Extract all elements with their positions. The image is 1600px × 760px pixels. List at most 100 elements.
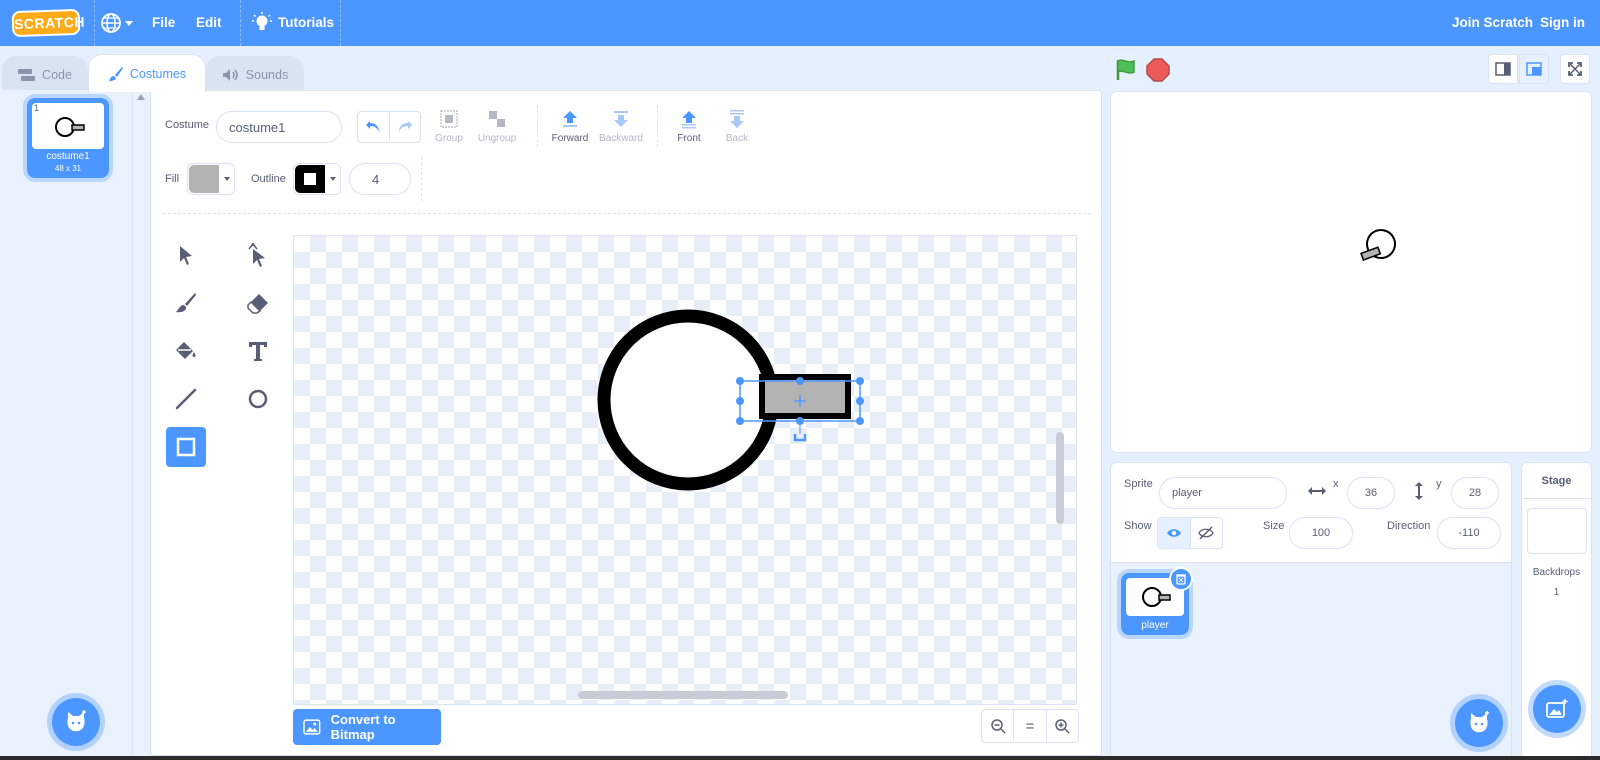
stage-sprite-player[interactable] [1111,92,1592,453]
sprite-info: Sprite player x 36 y 28 Show Size 100 Di… [1111,463,1511,563]
line-tool[interactable] [166,379,206,419]
redo-button[interactable] [390,112,421,142]
globe-icon[interactable] [100,12,122,34]
backdrops-label: Backdrops [1532,567,1581,578]
stop-button[interactable] [1146,58,1170,82]
brush-tool[interactable] [166,283,206,323]
fullscreen-button[interactable] [1560,54,1590,84]
outline-width-input[interactable]: 4 [349,163,411,195]
size-input[interactable]: 100 [1289,517,1353,549]
ungroup-button[interactable]: Ungroup [471,109,523,144]
zoom-in-icon [1055,719,1070,734]
image-icon [303,719,321,735]
horizontal-arrows-icon [1308,487,1326,495]
canvas-horizontal-scrollbar[interactable] [578,691,788,699]
trash-icon [1176,574,1186,585]
vertical-arrows-icon [1415,482,1423,500]
convert-to-bitmap-button[interactable]: Convert to Bitmap [293,709,441,745]
x-label: x [1333,478,1339,490]
chevron-down-icon[interactable] [125,21,133,26]
back-button[interactable]: Back [711,109,763,144]
toolbar-separator [537,105,538,147]
show-label: Show [1124,520,1152,532]
zoom-in-button[interactable] [1047,710,1078,742]
show-sprite-button[interactable] [1158,518,1191,548]
backward-button[interactable]: Backward [595,109,647,144]
eye-icon [1166,529,1181,537]
tab-costumes[interactable]: Costumes [88,54,206,92]
canvas-drawing [597,309,864,491]
small-stage-button[interactable] [1488,54,1518,84]
canvas-vertical-scrollbar[interactable] [1056,432,1064,524]
rectangle-shape[interactable] [759,374,851,419]
eye-slash-icon [1198,526,1215,540]
os-taskbar [0,756,1600,760]
sprite-label: Sprite [1124,478,1153,490]
choose-costume-button[interactable] [52,698,100,746]
direction-label: Direction [1387,520,1431,532]
file-menu[interactable]: File [152,0,175,46]
join-scratch-button[interactable]: Join Scratch [1452,0,1533,46]
ungroup-icon [489,111,505,127]
delete-sprite-button[interactable] [1169,567,1193,591]
costume-name-input[interactable]: costume1 [216,111,342,143]
stage-title: Stage [1522,463,1591,499]
group-button[interactable]: Group [423,109,475,144]
fill-color-picker[interactable] [187,163,235,195]
backdrops-count: 1 [1553,587,1560,598]
costume-tile[interactable]: 1 costume1 48 x 31 [27,98,109,178]
direction-input[interactable]: -110 [1437,517,1501,549]
size-label: Size [1263,520,1285,532]
paint-editor: Costume costume1 Group Ungroup Forward B… [150,90,1102,756]
reshape-tool[interactable] [238,235,278,275]
zoom-out-button[interactable] [982,710,1015,742]
stage-canvas[interactable] [1110,91,1592,453]
tab-code[interactable]: Code [2,56,88,92]
group-label: Group [435,133,463,144]
paint-canvas[interactable] [293,235,1077,705]
outline-color-picker[interactable] [293,163,341,195]
brush-icon [176,293,196,313]
sign-in-button[interactable]: Sign in [1540,0,1585,46]
y-position-input[interactable]: 28 [1451,477,1499,509]
large-stage-button[interactable] [1519,54,1549,84]
x-position-input[interactable]: 36 [1347,477,1395,509]
stage-thumbnail[interactable] [1527,508,1587,554]
choose-backdrop-button[interactable] [1533,685,1581,733]
front-button[interactable]: Front [663,109,715,144]
outline-swatch [295,165,325,193]
circle-shape[interactable] [597,309,779,491]
hide-sprite-button[interactable] [1191,518,1223,548]
menu-bar: SCRATCH File Edit Tutorials Join Scratch… [0,0,1600,46]
select-tool[interactable] [166,235,206,275]
convert-label: Convert to Bitmap [330,712,396,742]
undo-button[interactable] [358,112,390,142]
arrow-pointer-icon [180,246,192,265]
lightbulb-icon[interactable] [252,12,272,34]
forward-button[interactable]: Forward [544,109,596,144]
tutorials-button[interactable]: Tutorials [278,0,334,46]
large-stage-icon [1526,62,1542,76]
small-stage-icon [1495,62,1511,76]
costume-dimensions: 48 x 31 [54,164,82,173]
zoom-reset-button[interactable]: = [1014,710,1047,742]
fill-tool[interactable] [166,331,206,371]
chevron-down-icon [330,177,336,181]
choose-sprite-button[interactable] [1455,699,1503,747]
scratch-logo[interactable]: SCRATCH [11,8,85,38]
tab-sounds[interactable]: Sounds [206,56,304,92]
eraser-tool[interactable] [238,283,278,323]
tab-code-label: Code [42,67,72,82]
text-icon [249,342,267,361]
costume-preview [55,117,85,137]
circle-tool[interactable] [238,379,278,419]
text-tool[interactable] [238,331,278,371]
stage-target-pane[interactable]: Stage Backdrops 1 [1521,462,1592,760]
rectangle-tool[interactable] [166,427,206,467]
green-flag-button[interactable] [1110,54,1142,86]
sprite-name-input[interactable]: player [1159,477,1287,509]
edit-menu[interactable]: Edit [196,0,222,46]
rotate-handle-icon[interactable] [793,434,807,442]
scroll-up-arrow-icon[interactable] [137,94,145,100]
costume-list-scrollbar[interactable] [133,90,150,760]
